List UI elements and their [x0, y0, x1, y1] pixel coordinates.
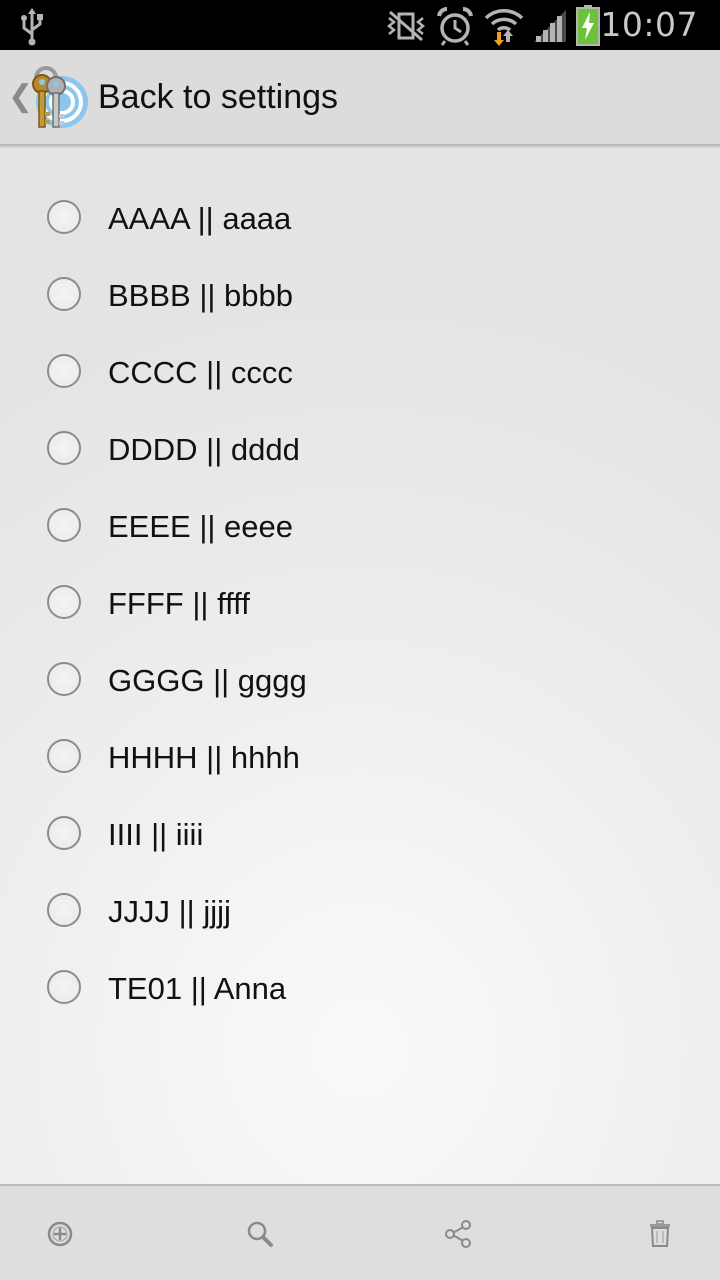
radio-button[interactable]	[47, 508, 81, 542]
radio-button[interactable]	[47, 585, 81, 619]
list-item[interactable]: BBBB || bbbb	[0, 256, 720, 333]
entry-list: AAAA || aaaa BBBB || bbbb CCCC || cccc D…	[0, 179, 720, 1026]
list-item[interactable]: CCCC || cccc	[0, 333, 720, 410]
list-item-label: FFFF || ffff	[108, 586, 250, 621]
list-item-label: HHHH || hhhh	[108, 740, 300, 775]
share-button[interactable]	[398, 1186, 518, 1280]
list-item-label: JJJJ || jjjj	[108, 894, 231, 929]
list-item[interactable]: IIII || iiii	[0, 795, 720, 872]
add-button[interactable]	[0, 1186, 120, 1280]
battery-charging-icon	[576, 5, 600, 46]
status-time: 10:07	[600, 5, 698, 44]
radio-button[interactable]	[47, 739, 81, 773]
alarm-icon	[437, 6, 473, 46]
radio-button[interactable]	[47, 816, 81, 850]
radio-button[interactable]	[47, 354, 81, 388]
back-to-settings-title[interactable]: Back to settings	[98, 78, 338, 117]
list-item-label: IIII || iiii	[108, 817, 204, 852]
list-item[interactable]: DDDD || dddd	[0, 410, 720, 487]
list-item-label: DDDD || dddd	[108, 432, 300, 467]
wifi-icon	[484, 9, 524, 46]
list-item-label: GGGG || gggg	[108, 663, 307, 698]
delete-icon	[650, 1220, 670, 1247]
radio-button[interactable]	[47, 662, 81, 696]
content-area: AAAA || aaaa BBBB || bbbb CCCC || cccc D…	[0, 148, 720, 1184]
list-item-label: BBBB || bbbb	[108, 278, 294, 313]
share-icon	[445, 1220, 471, 1248]
radio-button[interactable]	[47, 970, 81, 1004]
list-item[interactable]: EEEE || eeee	[0, 487, 720, 564]
list-item[interactable]: HHHH || hhhh	[0, 718, 720, 795]
radio-button[interactable]	[47, 277, 81, 311]
search-button[interactable]	[200, 1186, 320, 1280]
list-item-label: EEEE || eeee	[108, 509, 294, 544]
radio-button[interactable]	[47, 893, 81, 927]
list-item-label: TE01 || Anna	[108, 971, 287, 1006]
action-bar: ❮ Back to settings	[0, 50, 720, 146]
list-item-label: CCCC || cccc	[108, 355, 293, 390]
search-icon	[247, 1221, 273, 1247]
radio-button[interactable]	[47, 431, 81, 465]
list-item-label: AAAA || aaaa	[108, 201, 292, 236]
signal-icon	[534, 10, 566, 42]
list-item[interactable]: JJJJ || jjjj	[0, 872, 720, 949]
keys-icon[interactable]	[26, 64, 90, 132]
add-icon	[47, 1221, 73, 1247]
bottom-action-bar	[0, 1184, 720, 1280]
usb-icon	[21, 8, 43, 46]
list-item[interactable]: FFFF || ffff	[0, 564, 720, 641]
list-item[interactable]: TE01 || Anna	[0, 949, 720, 1026]
mute-vibrate-icon	[386, 10, 426, 42]
delete-button[interactable]	[600, 1186, 720, 1280]
status-bar: 10:07	[0, 0, 720, 50]
list-item[interactable]: AAAA || aaaa	[0, 179, 720, 256]
radio-button[interactable]	[47, 200, 81, 234]
list-item[interactable]: GGGG || gggg	[0, 641, 720, 718]
